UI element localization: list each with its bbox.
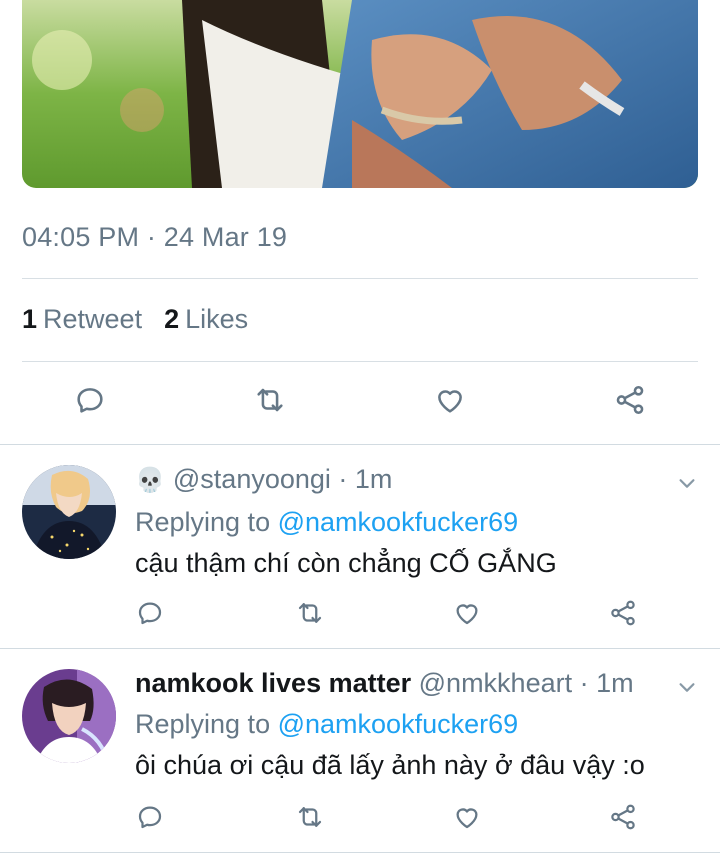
reply-handle[interactable]: @stanyoongi: [173, 464, 331, 494]
retweet-icon: [257, 388, 283, 412]
reply-actions: [0, 593, 720, 633]
retweet-icon: [298, 807, 322, 827]
tweet-photo[interactable]: [22, 0, 698, 188]
avatar[interactable]: [22, 669, 116, 763]
mention-link[interactable]: @namkookfucker69: [278, 507, 519, 537]
divider: [0, 852, 720, 853]
share-icon: [611, 600, 635, 626]
replying-to: Replying to @namkookfucker69: [135, 709, 519, 739]
reply-text: ôi chúa ơi cậu đã lấy ảnh này ở đâu vậy …: [135, 750, 645, 780]
reply-time: · 1m: [338, 464, 393, 494]
tweet-stats: 1 Retweet 2 Likes: [22, 304, 248, 335]
share-icon: [611, 804, 635, 830]
retweet-button[interactable]: [290, 797, 330, 837]
retweet-count[interactable]: 1 Retweet: [22, 304, 142, 335]
reply-button[interactable]: [130, 797, 170, 837]
reply-button[interactable]: [70, 380, 110, 420]
reply-text: cậu thậm chí còn chẳng CỐ GẮNG: [135, 548, 557, 578]
reply-tweet[interactable]: 💀 @stanyoongi · 1m Replying to @namkookfu…: [0, 445, 720, 649]
replying-to: Replying to @namkookfucker69: [135, 507, 519, 537]
heart-icon: [438, 390, 462, 413]
reply-content: namkook lives matter @nmkkheart · 1m Rep…: [135, 667, 660, 781]
reply-header: 💀 @stanyoongi · 1m: [135, 463, 660, 497]
like-button[interactable]: [447, 797, 487, 837]
retweet-button[interactable]: [290, 593, 330, 633]
reply-content: 💀 @stanyoongi · 1m Replying to @namkookfu…: [135, 463, 660, 579]
skull-emoji: 💀: [135, 467, 165, 494]
mention-link[interactable]: @namkookfucker69: [278, 709, 519, 739]
reply-header: namkook lives matter @nmkkheart · 1m: [135, 667, 660, 699]
reply-display-name[interactable]: namkook lives matter: [135, 668, 411, 698]
share-button[interactable]: [610, 380, 650, 420]
chevron-down-icon[interactable]: [676, 472, 698, 494]
heart-icon: [456, 808, 478, 829]
divider: [22, 361, 698, 362]
like-button[interactable]: [447, 593, 487, 633]
share-button[interactable]: [603, 797, 643, 837]
share-button[interactable]: [603, 593, 643, 633]
heart-icon: [456, 604, 478, 625]
retweet-icon: [298, 603, 322, 623]
reply-icon: [138, 602, 162, 625]
share-icon: [616, 385, 644, 415]
tweet-actions: [0, 380, 720, 424]
reply-button[interactable]: [130, 593, 170, 633]
avatar[interactable]: [22, 465, 116, 559]
reply-icon: [138, 806, 162, 829]
reply-actions: [0, 797, 720, 837]
divider: [22, 278, 698, 279]
like-count[interactable]: 2 Likes: [164, 304, 248, 335]
reply-icon: [77, 388, 103, 413]
reply-time: · 1m: [579, 668, 634, 698]
retweet-button[interactable]: [250, 380, 290, 420]
chevron-down-icon[interactable]: [676, 676, 698, 698]
tweet-timestamp: 04:05 PM · 24 Mar 19: [22, 222, 288, 252]
reply-handle[interactable]: @nmkkheart: [419, 668, 572, 698]
reply-tweet[interactable]: namkook lives matter @nmkkheart · 1m Rep…: [0, 649, 720, 853]
like-button[interactable]: [430, 380, 470, 420]
